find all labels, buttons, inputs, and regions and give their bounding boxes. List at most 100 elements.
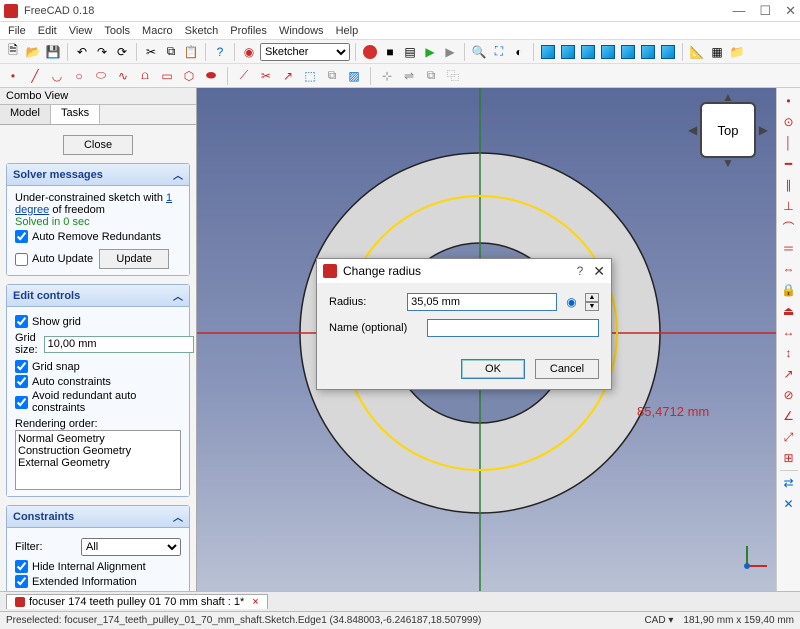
collapse-icon[interactable]: ︿ — [173, 288, 183, 303]
collapse-icon[interactable]: ︿ — [173, 167, 183, 182]
sketch-external-icon[interactable]: ⬚ — [301, 67, 319, 85]
measure-icon[interactable]: 📐 — [688, 43, 706, 61]
horizontal-constraint-icon[interactable]: ━ — [780, 155, 798, 173]
dialog-help-icon[interactable]: ? — [577, 264, 584, 278]
sketch-symmetry-icon[interactable]: ⇌ — [400, 67, 418, 85]
nav-cube-down-icon[interactable]: ▼ — [722, 156, 734, 170]
tab-tasks[interactable]: Tasks — [51, 105, 100, 124]
zoom-fit-icon[interactable]: 🔍 — [470, 43, 488, 61]
radius-spinner[interactable]: ▲ ▼ — [585, 293, 599, 311]
view-front-icon[interactable] — [559, 43, 577, 61]
ok-button[interactable]: OK — [461, 359, 525, 379]
tangent-constraint-icon[interactable]: ⌒ — [780, 218, 798, 236]
expression-icon[interactable]: ◉ — [565, 293, 578, 311]
list-item[interactable]: Normal Geometry — [18, 433, 178, 445]
menu-sketch[interactable]: Sketch — [185, 25, 219, 37]
internal-align-icon[interactable]: ⊞ — [780, 449, 798, 467]
sketch-fillet-icon[interactable]: ⟋ — [235, 67, 253, 85]
sketch-trim-icon[interactable]: ✂ — [257, 67, 275, 85]
name-input[interactable] — [427, 319, 599, 337]
menu-edit[interactable]: Edit — [38, 25, 57, 37]
new-file-icon[interactable]: 🗎 — [4, 43, 22, 61]
horizontal-distance-icon[interactable]: ↔ — [780, 323, 798, 341]
nav-cube-face-label[interactable]: Top — [718, 123, 739, 138]
macro-debug-icon[interactable]: ▶ — [441, 43, 459, 61]
sketch-rectangle-icon[interactable]: ▭ — [158, 67, 176, 85]
sketch-circle-icon[interactable]: ○ — [70, 67, 88, 85]
close-edit-icon[interactable]: ✕ — [780, 495, 798, 513]
whats-this-icon[interactable]: ? — [211, 43, 229, 61]
task-close-button[interactable]: Close — [63, 135, 133, 155]
snell-constraint-icon[interactable]: ⤢ — [780, 428, 798, 446]
radius-input[interactable] — [407, 293, 557, 311]
menu-file[interactable]: File — [8, 25, 26, 37]
cut-icon[interactable]: ✂ — [142, 43, 160, 61]
sketch-ellipse-icon[interactable]: ⬭ — [92, 67, 110, 85]
vertical-distance-icon[interactable]: ↕ — [780, 344, 798, 362]
grid-snap-checkbox[interactable]: Grid snap — [15, 360, 181, 373]
menu-help[interactable]: Help — [336, 25, 359, 37]
sketch-polyline-icon[interactable]: ⩍ — [136, 67, 154, 85]
refresh-icon[interactable]: ⟳ — [113, 43, 131, 61]
macro-stop-icon[interactable]: ■ — [381, 43, 399, 61]
cancel-button[interactable]: Cancel — [535, 359, 599, 379]
sketch-arc-icon[interactable]: ◡ — [48, 67, 66, 85]
tab-model[interactable]: Model — [0, 105, 51, 124]
menu-tools[interactable]: Tools — [104, 25, 130, 37]
parallel-constraint-icon[interactable]: ∥ — [780, 176, 798, 194]
filter-select[interactable]: All — [81, 538, 181, 556]
draw-style-icon[interactable]: ◐ — [510, 43, 528, 61]
window-minimize-button[interactable]: — — [732, 3, 745, 19]
rendering-order-list[interactable]: Normal Geometry Construction Geometry Ex… — [15, 430, 181, 490]
paste-icon[interactable]: 📋 — [182, 43, 200, 61]
dialog-close-icon[interactable]: ✕ — [593, 263, 605, 280]
lock-constraint-icon[interactable]: ⏏ — [780, 302, 798, 320]
list-item[interactable]: External Geometry — [18, 457, 178, 469]
navigation-cube[interactable]: ▲ ▼ ▶ ◀ Top — [700, 102, 756, 158]
radius-constraint-icon[interactable]: ⊘ — [780, 386, 798, 404]
window-maximize-button[interactable]: ☐ — [759, 3, 771, 19]
sketch-slot-icon[interactable]: ⬬ — [202, 67, 220, 85]
spinner-up-icon[interactable]: ▲ — [585, 293, 599, 302]
sketch-line-icon[interactable]: ╱ — [26, 67, 44, 85]
auto-update-checkbox[interactable]: Auto Update — [15, 253, 93, 266]
equal-constraint-icon[interactable]: ＝ — [780, 239, 798, 257]
redo-icon[interactable]: ↷ — [93, 43, 111, 61]
auto-constraints-checkbox[interactable]: Auto constraints — [15, 375, 181, 388]
open-file-icon[interactable]: 📂 — [24, 43, 42, 61]
symmetric-constraint-icon[interactable]: ⇔ — [780, 260, 798, 278]
coincident-constraint-icon[interactable]: • — [780, 92, 798, 110]
show-grid-checkbox[interactable]: Show grid — [15, 315, 181, 328]
macro-record-icon[interactable] — [361, 43, 379, 61]
zoom-selection-icon[interactable]: ⛶ — [490, 43, 508, 61]
nav-cube-up-icon[interactable]: ▲ — [722, 90, 734, 104]
part-icon[interactable]: ▦ — [708, 43, 726, 61]
sketch-copy-icon[interactable]: ⿻ — [444, 67, 462, 85]
hide-internal-checkbox[interactable]: Hide Internal Alignment — [15, 560, 181, 573]
nav-cube-left-icon[interactable]: ◀ — [688, 123, 697, 137]
menu-view[interactable]: View — [69, 25, 93, 37]
sketch-point-icon[interactable]: • — [4, 67, 22, 85]
sketch-construction-icon[interactable]: ▨ — [345, 67, 363, 85]
list-item[interactable]: Construction Geometry — [18, 445, 178, 457]
macro-run-icon[interactable]: ▶ — [421, 43, 439, 61]
view-rear-icon[interactable] — [619, 43, 637, 61]
nav-cube-right-icon[interactable]: ▶ — [759, 123, 768, 137]
workbench-selector[interactable]: Sketcher — [260, 43, 350, 61]
sketch-bspline-icon[interactable]: ∿ — [114, 67, 132, 85]
sketch-clone-icon[interactable]: ⧉ — [422, 67, 440, 85]
sketch-polygon-icon[interactable]: ⬡ — [180, 67, 198, 85]
view-left-icon[interactable] — [659, 43, 677, 61]
window-close-button[interactable]: ✕ — [785, 3, 796, 19]
auto-remove-checkbox[interactable]: Auto Remove Redundants — [15, 230, 181, 243]
document-tab[interactable]: focuser 174 teeth pulley 01 70 mm shaft … — [6, 594, 268, 609]
perpendicular-constraint-icon[interactable]: ⊥ — [780, 197, 798, 215]
menu-macro[interactable]: Macro — [142, 25, 173, 37]
undo-icon[interactable]: ↶ — [73, 43, 91, 61]
sketch-select-origin-icon[interactable]: ⊹ — [378, 67, 396, 85]
view-iso-icon[interactable] — [539, 43, 557, 61]
nav-style-selector[interactable]: CAD ▾ — [644, 615, 673, 626]
spinner-down-icon[interactable]: ▼ — [585, 302, 599, 311]
view-bottom-icon[interactable] — [639, 43, 657, 61]
menu-profiles[interactable]: Profiles — [230, 25, 267, 37]
